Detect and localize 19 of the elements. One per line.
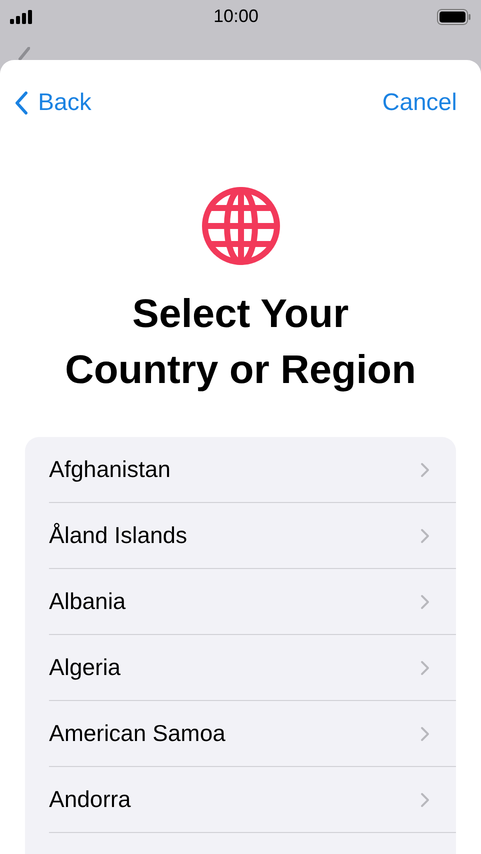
chevron-icon	[420, 528, 430, 544]
country-row[interactable]: Afghanistan	[49, 437, 456, 503]
chevron-icon	[420, 462, 430, 478]
page-title: Select Your Country or Region	[64, 291, 418, 394]
country-row[interactable]: Albania	[49, 569, 456, 635]
battery-icon	[436, 8, 471, 24]
country-row[interactable]: American Samoa	[49, 701, 456, 767]
chevron-icon	[420, 792, 430, 808]
status-time: 10:00	[213, 5, 259, 28]
country-row[interactable]: Andorra	[49, 767, 456, 833]
country-row[interactable]: Åland Islands	[49, 503, 456, 569]
chevron-icon	[420, 594, 430, 610]
country-row[interactable]: Algeria	[49, 635, 456, 701]
chevron-icon	[420, 660, 430, 676]
cancel-button[interactable]: Cancel	[382, 85, 467, 121]
back-button[interactable]: Back	[14, 85, 92, 121]
chevron-icon	[420, 726, 430, 742]
signal-icon	[10, 10, 35, 24]
globe-icon	[200, 186, 280, 266]
